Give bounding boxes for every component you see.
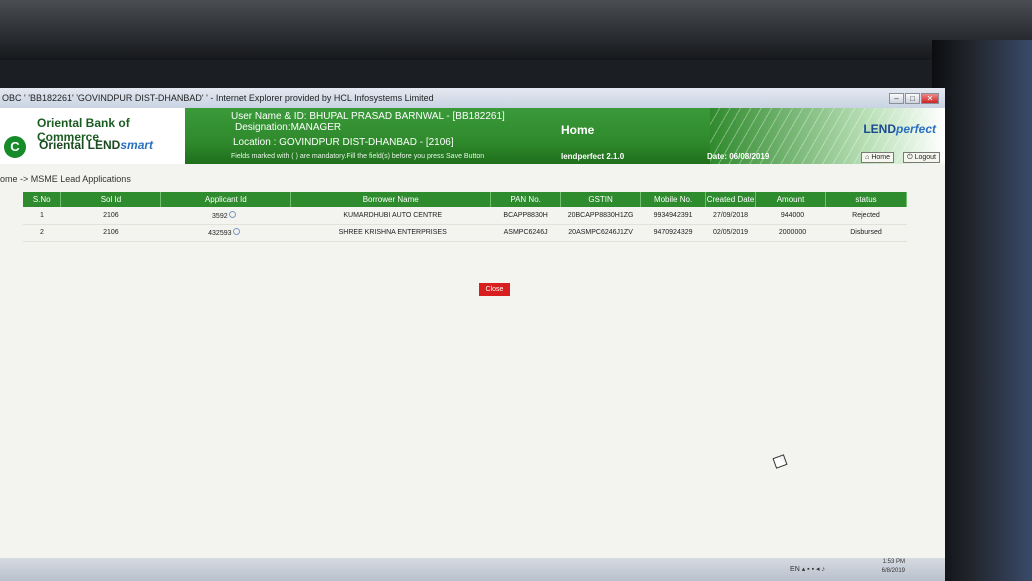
mandatory-note: Fields marked with ( ) are mandatory.Fil… bbox=[231, 153, 485, 160]
home-button-label: Home bbox=[871, 154, 890, 161]
col-amount: Amount bbox=[755, 192, 826, 207]
app-version: lendperfect 2.1.0 bbox=[561, 152, 625, 161]
cell-mobile: 9470924329 bbox=[640, 224, 706, 242]
window-controls: – □ ✕ bbox=[889, 93, 939, 104]
search-icon[interactable] bbox=[232, 228, 240, 235]
col-status: status bbox=[825, 192, 908, 207]
col-applicant-id: Applicant Id bbox=[160, 192, 292, 207]
logout-icon: ⏻ bbox=[907, 154, 913, 161]
col-sno: S.No bbox=[23, 192, 62, 207]
col-sol-id: Sol Id bbox=[60, 192, 162, 207]
taskbar: EN ▴ ▪ ▪ ◂ ♪ 1:53 PM 6/8/2019 bbox=[0, 558, 945, 581]
col-mobile: Mobile No. bbox=[640, 192, 707, 207]
current-date: Date: 06/08/2019 bbox=[707, 152, 770, 161]
cell-sno: 2 bbox=[23, 224, 61, 242]
location: Location : GOVINDPUR DIST-DHANBAD - [210… bbox=[233, 137, 454, 148]
cell-created-date: 02/05/2019 bbox=[705, 224, 756, 242]
cell-applicant-id[interactable]: 3592 bbox=[160, 207, 291, 225]
product-name: Oriental LENDsmart bbox=[39, 138, 153, 152]
search-icon[interactable] bbox=[228, 210, 236, 218]
col-created-date: Created Date bbox=[705, 192, 757, 207]
cell-gstin: 20ASMPC6246J1ZV bbox=[560, 224, 641, 242]
logout-button-label: Logout bbox=[914, 154, 936, 161]
minimize-icon[interactable]: – bbox=[889, 93, 904, 104]
window-title: OBC ' 'BB182261' 'GOVINDPUR DIST-DHANBAD… bbox=[2, 93, 434, 103]
cell-status: Rejected bbox=[825, 207, 907, 225]
applicant-id-link[interactable]: 432593 bbox=[208, 230, 231, 237]
table-row[interactable]: 1 2106 3592 KUMARDHUBI AUTO CENTRE BCAPP… bbox=[23, 207, 907, 225]
clock-time: 1:53 PM bbox=[882, 559, 905, 565]
cell-sol-id: 2106 bbox=[60, 207, 161, 225]
col-pan: PAN No. bbox=[490, 192, 562, 207]
app-header: C Oriental Bank of Commerce Oriental LEN… bbox=[0, 108, 945, 164]
cell-sol-id: 2106 bbox=[60, 224, 161, 242]
bank-logo-area: C Oriental Bank of Commerce Oriental LEN… bbox=[0, 108, 185, 164]
cell-amount: 944000 bbox=[755, 207, 826, 225]
bank-logo-icon: C bbox=[4, 136, 26, 158]
brand-logo: LENDperfect bbox=[863, 122, 936, 136]
cell-sno: 1 bbox=[23, 207, 61, 225]
cell-pan: ASMPC6246J bbox=[490, 224, 561, 242]
cell-created-date: 27/09/2018 bbox=[705, 207, 756, 225]
col-borrower-name: Borrower Name bbox=[290, 192, 492, 207]
user-info: User Name & ID: BHUPAL PRASAD BARNWAL - … bbox=[231, 111, 505, 122]
cell-amount: 2000000 bbox=[755, 224, 826, 242]
logout-button[interactable]: ⏻ Logout bbox=[903, 152, 940, 163]
mouse-cursor-icon bbox=[772, 454, 788, 469]
product-suffix: smart bbox=[120, 138, 154, 152]
cell-applicant-id[interactable]: 432593 bbox=[160, 224, 291, 242]
applicant-id-link[interactable]: 3592 bbox=[212, 213, 228, 220]
monitor-bezel bbox=[932, 40, 1032, 581]
home-button[interactable]: ⌂ Home bbox=[861, 152, 894, 163]
clock-date: 6/8/2019 bbox=[881, 568, 905, 574]
background-wall bbox=[0, 0, 1032, 60]
screen: OBC ' 'BB182261' 'GOVINDPUR DIST-DHANBAD… bbox=[0, 88, 945, 581]
cell-pan: BCAPP8830H bbox=[490, 207, 561, 225]
close-icon[interactable]: ✕ bbox=[921, 93, 939, 104]
tray-icons[interactable]: ▴ ▪ ▪ ◂ ♪ bbox=[802, 566, 825, 573]
designation: Designation:MANAGER bbox=[235, 122, 342, 133]
close-button[interactable]: Close bbox=[479, 283, 510, 296]
cell-status: Disbursed bbox=[825, 224, 907, 242]
product-prefix: Oriental LEND bbox=[39, 138, 121, 152]
brand-suffix: perfect bbox=[895, 122, 936, 136]
page-title: Home bbox=[561, 123, 595, 137]
maximize-icon[interactable]: □ bbox=[905, 93, 920, 104]
home-icon: ⌂ bbox=[865, 154, 870, 161]
cell-mobile: 9934942391 bbox=[640, 207, 706, 225]
cell-borrower: KUMARDHUBI AUTO CENTRE bbox=[290, 207, 491, 225]
cell-gstin: 20BCAPP8830H1ZG bbox=[560, 207, 641, 225]
applications-table: S.No Sol Id Applicant Id Borrower Name P… bbox=[23, 192, 908, 242]
system-tray: EN ▴ ▪ ▪ ◂ ♪ bbox=[790, 565, 825, 573]
cell-borrower: SHREE KRISHNA ENTERPRISES bbox=[290, 224, 491, 242]
table-row[interactable]: 2 2106 432593 SHREE KRISHNA ENTERPRISES … bbox=[23, 224, 907, 242]
table-header-row: S.No Sol Id Applicant Id Borrower Name P… bbox=[23, 192, 908, 207]
window-titlebar: OBC ' 'BB182261' 'GOVINDPUR DIST-DHANBAD… bbox=[0, 88, 945, 108]
col-gstin: GSTIN bbox=[560, 192, 642, 207]
brand-prefix: LEND bbox=[863, 122, 896, 136]
header-green-band: User Name & ID: BHUPAL PRASAD BARNWAL - … bbox=[185, 108, 945, 164]
breadcrumb: ome -> MSME Lead Applications bbox=[0, 174, 131, 184]
taskbar-clock[interactable]: 1:53 PM 6/8/2019 bbox=[882, 558, 905, 576]
language-indicator[interactable]: EN bbox=[790, 566, 800, 573]
